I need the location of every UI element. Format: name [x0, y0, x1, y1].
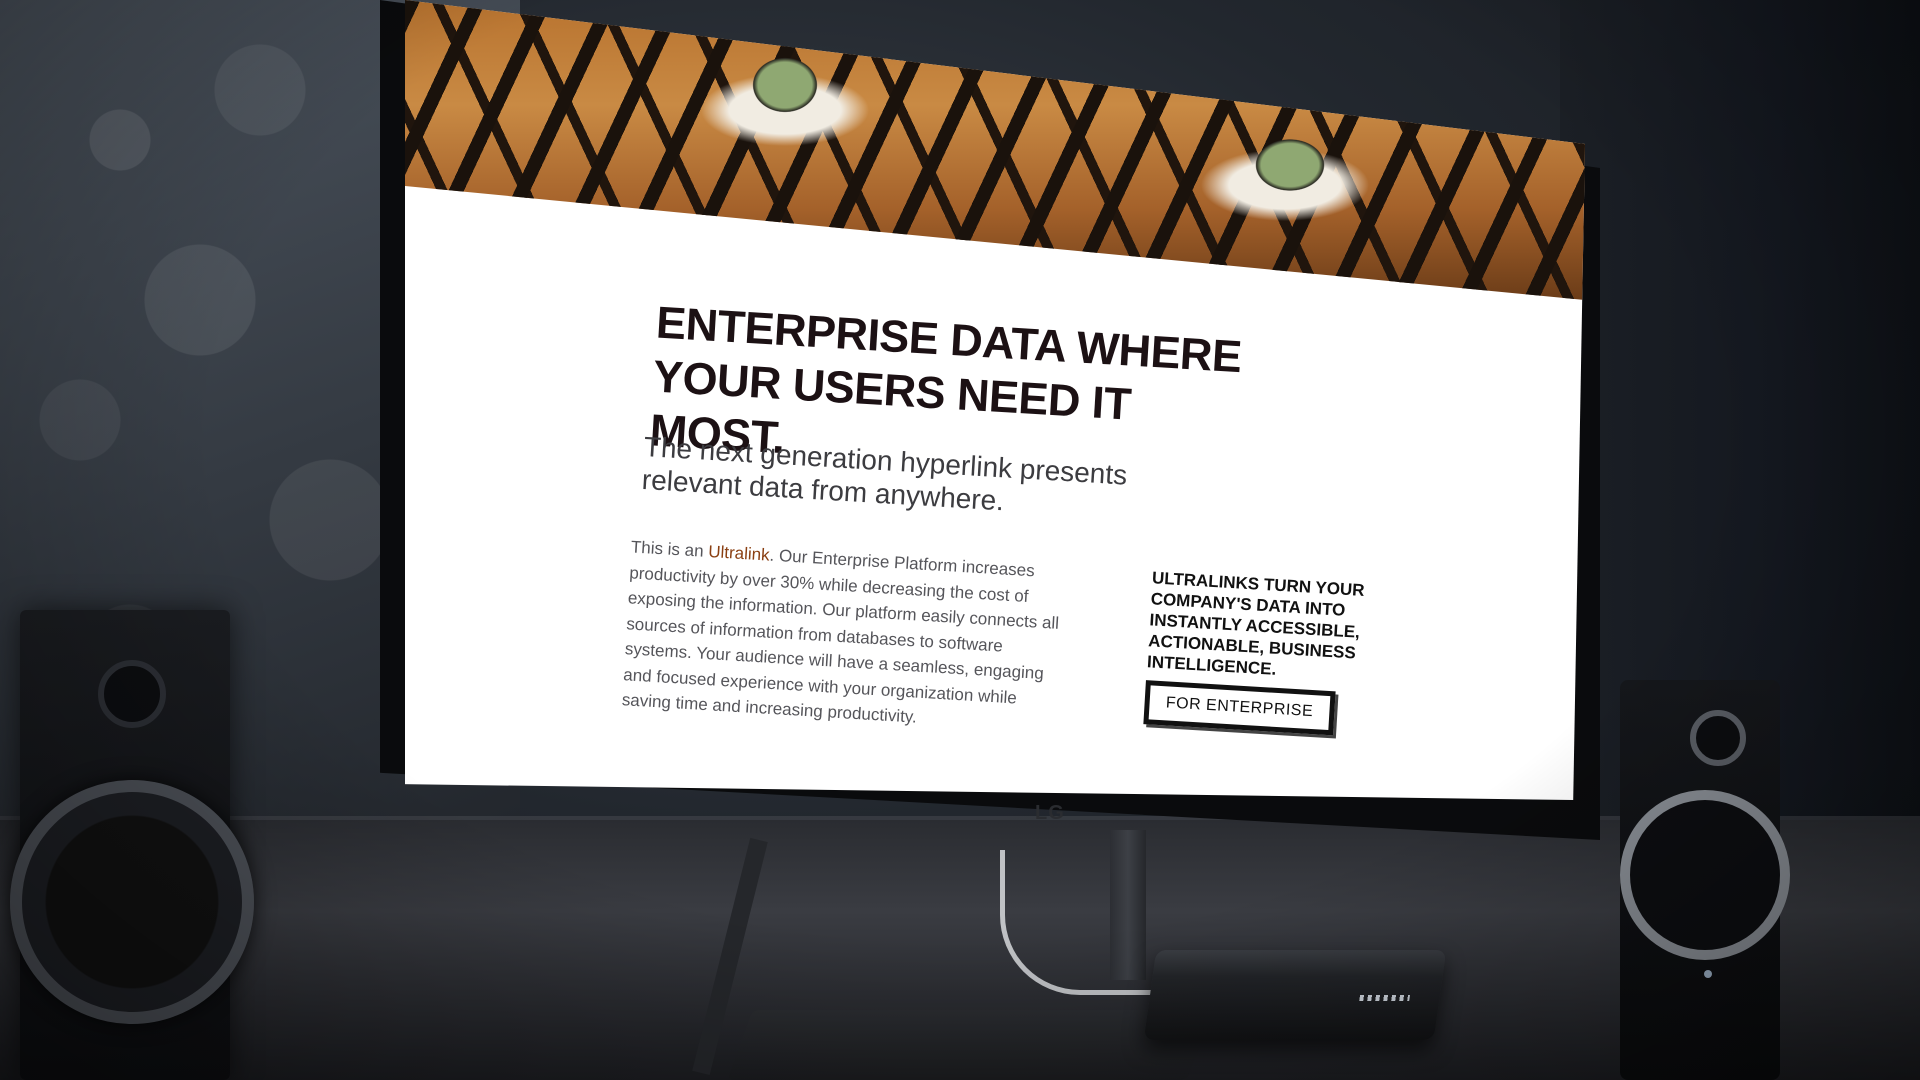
body-prefix: This is an — [630, 537, 709, 561]
speaker-led-icon — [1704, 970, 1712, 978]
cta-description: ULTRALINKS TURN YOUR COMPANY'S DATA INTO… — [1146, 568, 1366, 679]
left-speaker — [10, 610, 254, 1080]
right-speaker — [1620, 680, 1790, 1080]
page-content: ENTERPRISE DATA WHERE YOUR USERS NEED IT… — [405, 0, 1583, 800]
speaker-woofer-icon — [1620, 790, 1790, 960]
ultralink-link[interactable]: Ultralink — [708, 542, 770, 565]
speaker-woofer-icon — [10, 780, 254, 1024]
monitor-brand-logo: LG — [1035, 802, 1065, 824]
monitor-stand-neck — [1110, 830, 1146, 980]
speaker-tweeter-icon — [1690, 710, 1746, 766]
monitor-screen: ENTERPRISE DATA WHERE YOUR USERS NEED IT… — [405, 0, 1585, 800]
body-suffix: . Our Enterprise Platform increases prod… — [621, 545, 1060, 727]
for-enterprise-button[interactable]: FOR ENTERPRISE — [1143, 680, 1336, 736]
mini-pc-lights — [1359, 995, 1410, 1001]
mini-pc — [1143, 950, 1447, 1040]
body-paragraph: This is an Ultralink. Our Enterprise Pla… — [621, 534, 1071, 738]
speaker-tweeter-icon — [98, 660, 166, 728]
monitor-stand-base — [727, 1010, 1213, 1080]
